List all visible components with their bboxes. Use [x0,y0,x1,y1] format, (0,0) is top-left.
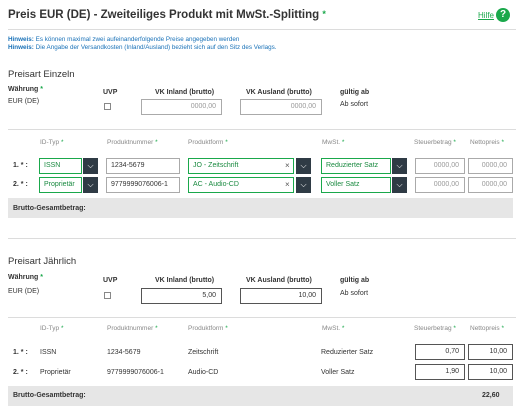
uvp-label: UVP [103,277,118,284]
vk-inland-label: VK Inland (brutto) [155,89,215,96]
id-typ-select[interactable]: Proprietär [39,177,82,193]
col-header-nettopreis: Nettopreis * [470,325,504,332]
steuerbetrag-input[interactable]: 1,90 [415,364,465,380]
page-title: Preis EUR (DE) - Zweiteiliges Produkt mi… [8,9,326,21]
row-number: 2. * : [13,181,28,188]
col-header-produktform: Produktform * [188,139,228,146]
section-title-einzeln: Preisart Einzeln [8,69,75,80]
section-title-jaehrlich: Preisart Jährlich [8,256,77,267]
col-header-produktform: Produktform * [188,325,228,332]
help-icon[interactable]: ? [496,8,510,22]
gueltig-ab-value: Ab sofort [340,290,369,297]
waehrung-label: Währung * [8,86,44,93]
total-value: 22,60 [482,392,500,399]
row-number: 2. * : [13,369,28,376]
total-label: Brutto-Gesamtbetrag: [13,205,86,212]
nettopreis-input[interactable]: 10,00 [468,364,513,380]
col-header-steuerbetrag: Steuerbetrag * [414,325,456,332]
uvp-label: UVP [103,89,118,96]
uvp-checkbox[interactable] [104,103,111,110]
mwst-select[interactable]: Voller Satz [321,177,391,193]
produktform-select[interactable]: AC - Audio-CD [188,177,294,193]
steuerbetrag-input[interactable]: 0,70 [415,344,465,360]
id-typ-value: ISSN [40,349,57,356]
hint-line: Hinweis: Die Angabe der Versandkosten (I… [8,44,277,51]
chevron-down-icon[interactable]: ⌵ [83,158,98,174]
id-typ-value: Proprietär [40,369,71,376]
mwst-value: Voller Satz [321,369,355,376]
chevron-down-icon[interactable]: ⌵ [296,158,311,174]
produktform-value: Zeitschrift [188,349,219,356]
vk-ausland-label: VK Ausland (brutto) [246,277,312,284]
col-header-mwst: MwSt. * [322,325,345,332]
help-link[interactable]: Hilfe [478,11,494,20]
clear-icon[interactable]: × [285,161,290,170]
produktform-select[interactable]: JO - Zeitschrift [188,158,294,174]
mwst-value: Reduzierter Satz [321,349,374,356]
currency-value: EUR (DE) [8,98,40,105]
col-header-produktnummer: Produktnummer * [107,139,158,146]
divider [8,129,516,130]
steuerbetrag-input[interactable]: 0000,00 [415,158,465,174]
produktnummer-input[interactable]: 9779999076006-1 [106,177,180,193]
produktform-value: Audio-CD [188,369,219,376]
chevron-down-icon[interactable]: ⌵ [296,177,311,193]
vk-inland-label: VK Inland (brutto) [155,277,215,284]
vk-ausland-input[interactable]: 0000,00 [240,99,322,115]
produktnummer-input[interactable]: 1234-5679 [106,158,180,174]
chevron-down-icon[interactable]: ⌵ [392,158,407,174]
divider [8,317,516,318]
produktnummer-value: 9779999076006-1 [107,369,164,376]
currency-value: EUR (DE) [8,288,40,295]
col-header-produktnummer: Produktnummer * [107,325,158,332]
waehrung-label: Währung * [8,274,44,281]
chevron-down-icon[interactable]: ⌵ [83,177,98,193]
chevron-down-icon[interactable]: ⌵ [392,177,407,193]
vk-inland-input[interactable]: 0000,00 [141,99,222,115]
col-header-id-typ: ID-Typ * [40,139,64,146]
produktnummer-value: 1234-5679 [107,349,141,356]
id-typ-select[interactable]: ISSN [39,158,82,174]
total-label: Brutto-Gesamtbetrag: [13,392,86,399]
nettopreis-input[interactable]: 0000,00 [468,158,513,174]
section-divider [8,238,516,239]
row-number: 1. * : [13,162,28,169]
clear-icon[interactable]: × [285,180,290,189]
steuerbetrag-input[interactable]: 0000,00 [415,177,465,193]
vk-ausland-label: VK Ausland (brutto) [246,89,312,96]
row-number: 1. * : [13,349,28,356]
mwst-select[interactable]: Reduzierter Satz [321,158,391,174]
uvp-checkbox[interactable] [104,292,111,299]
vk-ausland-input[interactable]: 10,00 [240,288,322,304]
col-header-id-typ: ID-Typ * [40,325,64,332]
gueltig-ab-label: gültig ab [340,89,370,96]
nettopreis-input[interactable]: 10,00 [468,344,513,360]
col-header-nettopreis: Nettopreis * [470,139,504,146]
gueltig-ab-value: Ab sofort [340,101,369,108]
header-divider [8,29,516,30]
gueltig-ab-label: gültig ab [340,277,370,284]
nettopreis-input[interactable]: 0000,00 [468,177,513,193]
col-header-steuerbetrag: Steuerbetrag * [414,139,456,146]
col-header-mwst: MwSt. * [322,139,345,146]
hint-line: Hinweis: Es können maximal zwei aufeinan… [8,36,240,43]
vk-inland-input[interactable]: 5,00 [141,288,222,304]
